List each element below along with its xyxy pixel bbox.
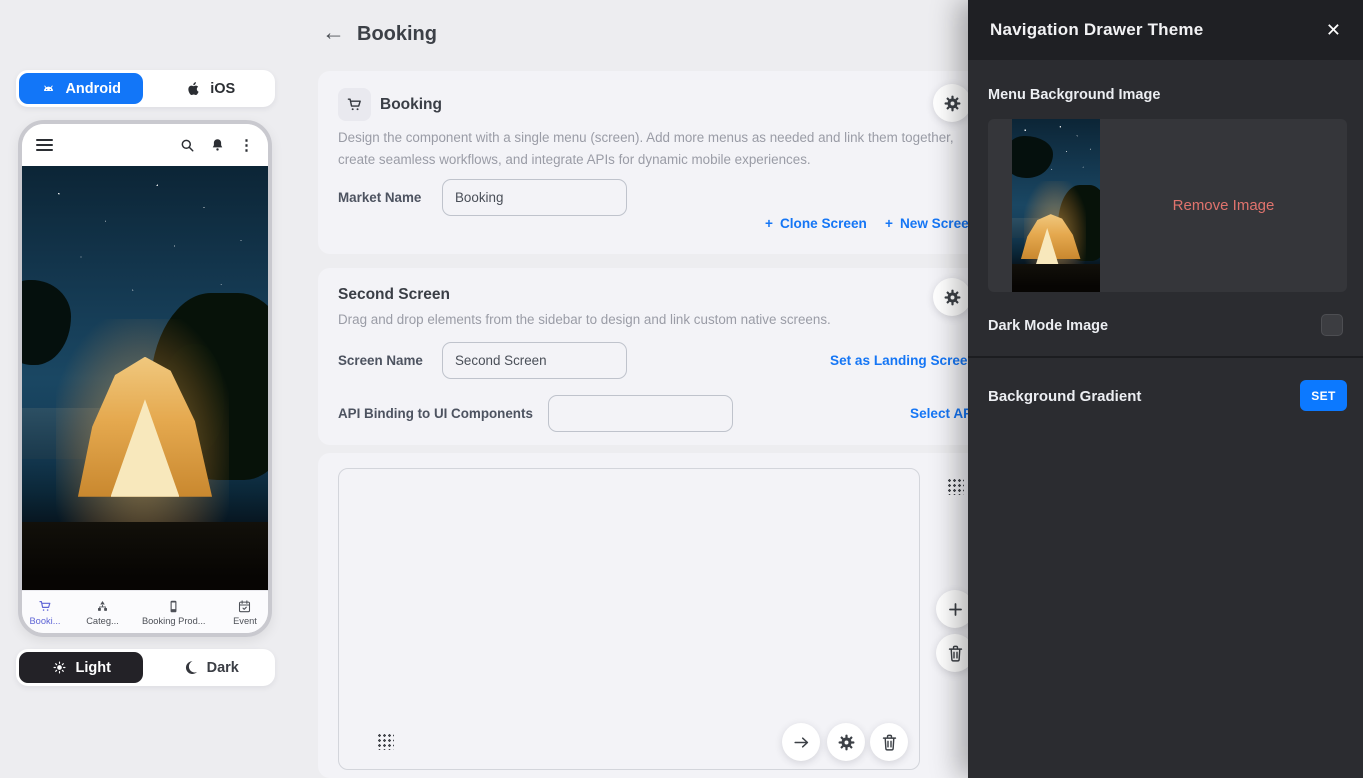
dark-mode-tab-label: Dark: [207, 660, 239, 676]
theme-toggle: Light Dark: [16, 649, 275, 686]
second-screen-card: Second Screen Drag and drop elements fro…: [318, 268, 998, 445]
set-as-landing-link[interactable]: Set as Landing Screen: [830, 342, 976, 379]
screen-name-input[interactable]: [442, 342, 627, 379]
app-builder-screen: Android iOS ⋮: [0, 0, 1363, 778]
android-tab-label: Android: [65, 81, 121, 97]
second-screen-title: Second Screen: [338, 286, 450, 304]
smartphone-icon: [166, 599, 181, 614]
trash-icon: [880, 733, 899, 752]
close-icon[interactable]: ✕: [1326, 21, 1341, 39]
screen-canvas[interactable]: [338, 468, 920, 770]
market-name-input[interactable]: [442, 179, 627, 216]
bell-icon[interactable]: [209, 137, 226, 154]
sitemap-icon: [95, 599, 110, 614]
phone-preview: ⋮ Booki... Categ... Bo: [18, 120, 272, 637]
booking-component-card: Booking Design the component with a sing…: [318, 71, 998, 254]
trash-icon: [946, 644, 965, 663]
api-binding-label: API Binding to UI Components: [338, 395, 533, 432]
phone-tab-label: Booki...: [29, 616, 60, 626]
panel-header: Navigation Drawer Theme ✕: [968, 0, 1363, 60]
menu-background-image-label: Menu Background Image: [988, 87, 1160, 103]
navigation-drawer-theme-panel: Navigation Drawer Theme ✕ Menu Backgroun…: [968, 0, 1363, 778]
new-screen-link[interactable]: +New Screen: [885, 216, 977, 231]
android-icon: [40, 80, 57, 97]
page-title: Booking: [357, 23, 437, 46]
panel-divider: [968, 356, 1363, 358]
arrow-right-icon: [792, 733, 811, 752]
drag-handle-icon[interactable]: [377, 733, 394, 750]
second-screen-description: Drag and drop elements from the sidebar …: [338, 309, 968, 331]
screen-canvas-card: [318, 453, 998, 778]
screen-name-label: Screen Name: [338, 342, 423, 379]
dark-mode-image-label: Dark Mode Image: [988, 318, 1108, 334]
gear-icon: [943, 94, 962, 113]
select-api-link[interactable]: Select API: [910, 395, 976, 432]
dark-mode-tab[interactable]: Dark: [149, 652, 273, 683]
ios-tab[interactable]: iOS: [149, 73, 273, 104]
phone-tab-booking-products[interactable]: Booking Prod...: [142, 599, 206, 626]
screen-drag-handle-icon[interactable]: [947, 478, 964, 495]
light-mode-tab[interactable]: Light: [19, 652, 143, 683]
gear-icon: [837, 733, 856, 752]
hamburger-menu-icon[interactable]: [36, 139, 53, 151]
market-name-label: Market Name: [338, 179, 421, 216]
navigate-button[interactable]: [782, 723, 820, 761]
plus-icon: [946, 600, 965, 619]
platform-toggle: Android iOS: [16, 70, 275, 107]
gear-icon: [943, 288, 962, 307]
phone-topbar: ⋮: [22, 124, 268, 166]
search-icon[interactable]: [179, 137, 196, 154]
phone-tabbar: Booki... Categ... Booking Prod... Event: [22, 590, 268, 633]
remove-image-link[interactable]: Remove Image: [1173, 197, 1275, 214]
second-screen-settings-button[interactable]: [933, 278, 971, 316]
booking-card-settings-button[interactable]: [933, 84, 971, 122]
dark-mode-image-checkbox[interactable]: [1321, 314, 1343, 336]
sun-icon: [51, 659, 68, 676]
phone-tab-label: Event: [233, 616, 257, 626]
android-tab[interactable]: Android: [19, 73, 143, 104]
phone-tab-label: Booking Prod...: [142, 616, 206, 626]
clone-screen-link[interactable]: +Clone Screen: [765, 216, 867, 231]
api-binding-input[interactable]: [548, 395, 733, 432]
phone-tab-categories[interactable]: Categ...: [84, 599, 120, 626]
menu-background-thumbnail: [1012, 119, 1100, 292]
light-mode-label: Light: [76, 660, 111, 676]
menu-background-image: [22, 166, 268, 590]
phone-tab-label: Categ...: [86, 616, 119, 626]
plus-icon: +: [765, 216, 773, 231]
cart-icon: [38, 599, 53, 614]
panel-title: Navigation Drawer Theme: [990, 20, 1203, 40]
back-arrow-icon[interactable]: ←: [322, 21, 345, 44]
phone-tab-event[interactable]: Event: [227, 599, 263, 626]
canvas-settings-button[interactable]: [827, 723, 865, 761]
booking-card-description: Design the component with a single menu …: [338, 127, 968, 171]
booking-card-title: Booking: [380, 96, 442, 114]
set-gradient-button[interactable]: SET: [1300, 380, 1347, 411]
phone-tab-booking[interactable]: Booki...: [27, 599, 63, 626]
ios-tab-label: iOS: [210, 81, 235, 97]
moon-icon: [182, 659, 199, 676]
background-gradient-label: Background Gradient: [988, 388, 1141, 405]
calendar-check-icon: [237, 599, 252, 614]
apple-icon: [185, 80, 202, 97]
kebab-menu-icon[interactable]: ⋮: [239, 138, 254, 153]
canvas-delete-button[interactable]: [870, 723, 908, 761]
plus-icon: +: [885, 216, 893, 231]
cart-icon: [338, 88, 371, 121]
menu-background-image-card: Remove Image: [988, 119, 1347, 292]
